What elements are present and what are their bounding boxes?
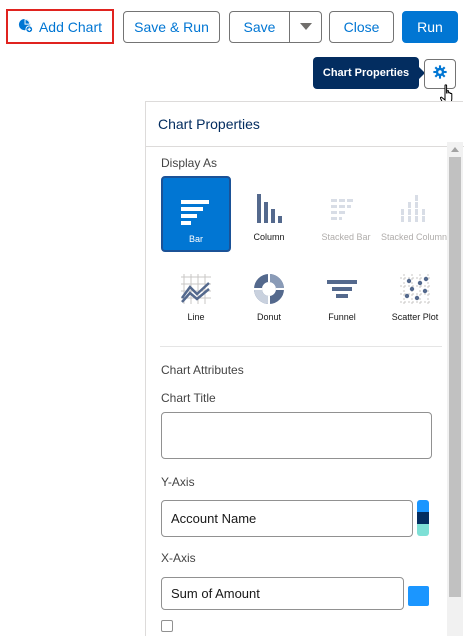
chart-properties-panel: Chart Properties Display As Bar Column S… — [145, 101, 464, 636]
line-chart-icon — [181, 264, 211, 304]
save-button[interactable]: Save — [230, 12, 290, 42]
chart-type-stacked-column: Stacked Column — [379, 176, 449, 252]
close-button[interactable]: Close — [329, 11, 394, 43]
chart-add-icon — [18, 18, 34, 36]
add-chart-button[interactable]: Add Chart — [8, 11, 112, 42]
color-swatch — [417, 512, 429, 524]
run-button[interactable]: Run — [402, 11, 458, 43]
y-axis-select[interactable]: Account Name — [161, 500, 413, 537]
panel-title: Chart Properties — [158, 116, 260, 132]
chart-type-stacked-bar: Stacked Bar — [311, 176, 381, 252]
chart-type-label: Line — [187, 312, 205, 322]
save-split-button: Save — [229, 11, 322, 43]
scrollbar-thumb[interactable] — [449, 157, 461, 597]
show-reference-checkbox[interactable] — [161, 620, 173, 632]
panel-header-divider — [146, 146, 464, 147]
save-menu-button[interactable] — [290, 12, 321, 42]
y-axis-label: Y-Axis — [161, 475, 195, 489]
chart-type-donut[interactable]: Donut — [234, 256, 304, 332]
chart-title-label: Chart Title — [161, 391, 216, 405]
chart-type-column[interactable]: Column — [234, 176, 304, 252]
chart-type-label: Donut — [256, 312, 282, 322]
scroll-up-arrow[interactable] — [447, 142, 463, 156]
chart-type-label: Column — [253, 232, 285, 242]
donut-chart-icon — [254, 264, 284, 304]
section-divider — [160, 346, 442, 347]
bar-chart-icon — [181, 186, 211, 226]
gear-icon — [433, 64, 447, 84]
chart-type-label: Bar — [188, 234, 203, 244]
chart-type-label: Stacked Column — [380, 232, 448, 242]
scatter-plot-icon — [400, 264, 430, 304]
chart-properties-tooltip: Chart Properties — [313, 57, 425, 89]
chart-type-funnel[interactable]: Funnel — [307, 256, 377, 332]
chart-attributes-heading: Chart Attributes — [161, 363, 244, 377]
y-axis-color-swatches[interactable] — [417, 500, 429, 536]
display-as-label: Display As — [161, 156, 218, 170]
x-axis-select[interactable]: Sum of Amount — [161, 577, 404, 610]
column-chart-icon — [256, 184, 282, 224]
chart-type-label: Scatter Plot — [391, 312, 439, 322]
stacked-column-chart-icon — [400, 184, 428, 224]
color-swatch — [417, 500, 429, 512]
funnel-chart-icon — [327, 264, 357, 304]
color-swatch — [417, 524, 429, 536]
add-chart-label: Add Chart — [38, 18, 103, 35]
chart-type-line[interactable]: Line — [161, 256, 231, 332]
chart-type-label: Stacked Bar — [321, 232, 371, 242]
chart-type-scatter-plot[interactable]: Scatter Plot — [380, 256, 450, 332]
chart-type-label: Funnel — [328, 312, 356, 322]
stacked-bar-chart-icon — [331, 184, 361, 224]
x-axis-label: X-Axis — [161, 551, 196, 565]
chart-type-bar[interactable]: Bar — [161, 176, 231, 252]
chevron-down-icon — [299, 18, 312, 36]
save-and-run-button[interactable]: Save & Run — [123, 11, 220, 43]
x-axis-color-swatch[interactable] — [408, 586, 429, 606]
chart-title-input[interactable] — [161, 412, 432, 459]
